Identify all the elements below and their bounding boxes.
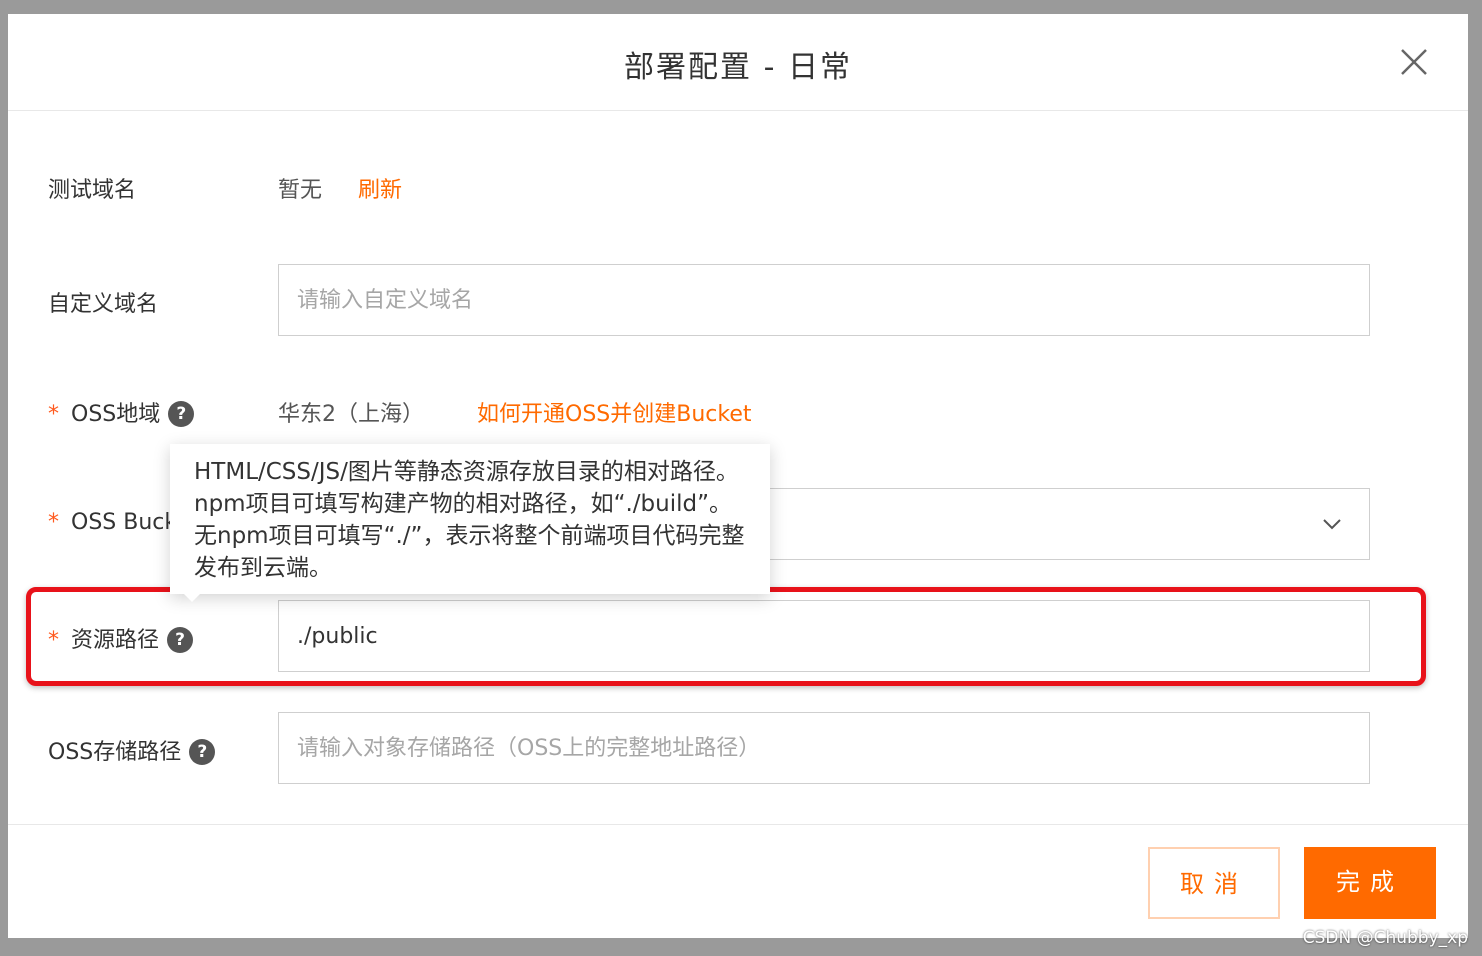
oss-region-label-group: * OSS地域? xyxy=(48,396,195,428)
cancel-button[interactable]: 取消 xyxy=(1148,847,1280,919)
required-marker: * xyxy=(48,402,59,427)
help-tooltip: HTML/CSS/JS/图片等静态资源存放目录的相对路径。npm项目可填写构建产… xyxy=(170,444,770,594)
watermark: CSDN @Chubby_xp xyxy=(1302,928,1468,948)
chevron-down-icon xyxy=(1323,519,1341,530)
oss-storage-path-label-group: OSS存储路径? xyxy=(48,734,216,766)
test-domain-label: 测试域名 xyxy=(48,178,137,203)
oss-storage-path-label: OSS存储路径 xyxy=(48,740,182,765)
dialog-header: 部署配置 - 日常 xyxy=(8,14,1468,111)
help-icon[interactable]: ? xyxy=(168,401,195,427)
help-icon[interactable]: ? xyxy=(189,739,216,765)
highlight-annotation xyxy=(26,587,1426,686)
dialog-title: 部署配置 - 日常 xyxy=(624,50,852,85)
oss-region-label: OSS地域 xyxy=(71,402,161,427)
test-domain-value: 暂无 xyxy=(278,178,323,203)
oss-storage-path-input[interactable] xyxy=(278,712,1370,784)
oss-region-value: 华东2（上海） xyxy=(278,402,424,427)
custom-domain-input[interactable] xyxy=(278,264,1370,336)
deploy-config-dialog: 部署配置 - 日常 测试域名 暂无 刷新 自定义域名 * OSS地域? 华东2（上… xyxy=(8,14,1468,938)
refresh-link[interactable]: 刷新 xyxy=(358,172,402,204)
close-icon[interactable] xyxy=(1400,48,1428,76)
oss-guide-link[interactable]: 如何开通OSS并创建Bucket xyxy=(477,396,752,428)
custom-domain-label: 自定义域名 xyxy=(48,292,159,317)
dialog-footer: 取消 完成 xyxy=(8,824,1468,938)
tooltip-arrow xyxy=(182,592,202,602)
ok-button[interactable]: 完成 xyxy=(1304,847,1436,919)
required-marker: * xyxy=(48,510,59,535)
